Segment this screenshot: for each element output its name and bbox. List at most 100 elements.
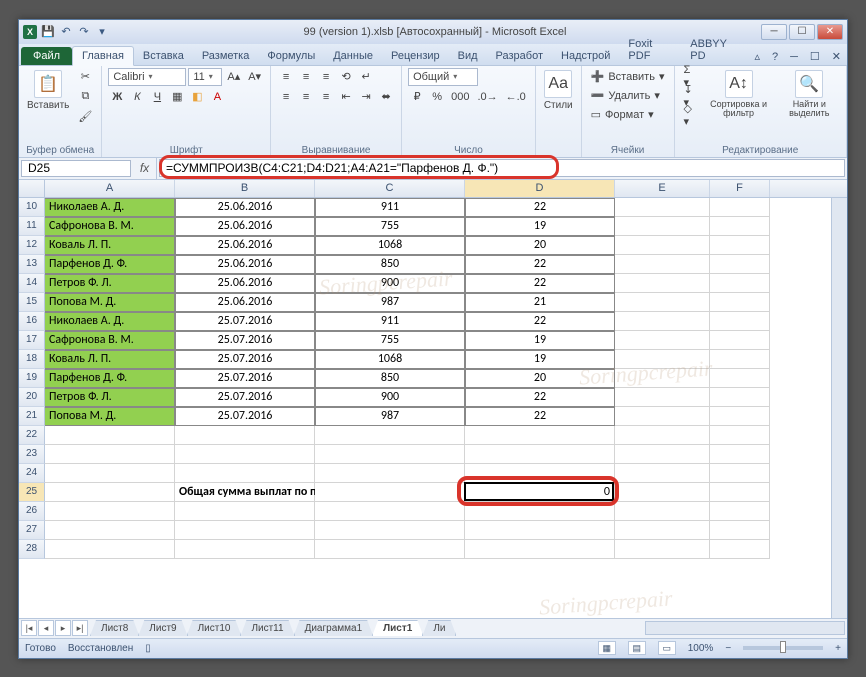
formula-bar[interactable]: =СУММПРОИЗВ(C4:C21;D4:D21;A4:A21="Парфен… xyxy=(159,159,845,177)
inc-decimal-icon[interactable]: .0→ xyxy=(474,88,500,106)
summary-label-overflow[interactable] xyxy=(315,483,465,502)
cell-empty[interactable] xyxy=(615,426,710,445)
sheet-nav-first[interactable]: |◂ xyxy=(21,620,37,636)
cell-value-d[interactable]: 21 xyxy=(465,293,615,312)
row-header[interactable]: 13 xyxy=(19,255,45,274)
clear-icon[interactable]: ◇ ▾ xyxy=(681,106,699,124)
tab-developer[interactable]: Разработ xyxy=(487,47,552,65)
find-select-button[interactable]: 🔍 Найти и выделить xyxy=(779,68,840,122)
column-header-a[interactable]: A xyxy=(45,180,175,197)
tab-layout[interactable]: Разметка xyxy=(193,47,259,65)
cell-value-c[interactable]: 911 xyxy=(315,312,465,331)
cell-value-c[interactable]: 911 xyxy=(315,198,465,217)
summary-value-cell[interactable]: 0 xyxy=(465,483,615,502)
cell-date[interactable]: 25.07.2016 xyxy=(175,388,315,407)
row-header[interactable]: 14 xyxy=(19,274,45,293)
vertical-scrollbar[interactable] xyxy=(831,198,847,618)
cell-empty[interactable] xyxy=(710,236,770,255)
cell-empty[interactable] xyxy=(615,350,710,369)
tab-view[interactable]: Вид xyxy=(449,47,487,65)
row-header[interactable]: 16 xyxy=(19,312,45,331)
cell-value-d[interactable]: 22 xyxy=(465,274,615,293)
cell-value-d[interactable]: 22 xyxy=(465,407,615,426)
cell-empty[interactable] xyxy=(315,521,465,540)
doc-restore-icon[interactable]: ☐ xyxy=(804,48,826,65)
grow-font-icon[interactable]: A▴ xyxy=(224,68,243,86)
cell-empty[interactable] xyxy=(615,312,710,331)
border-icon[interactable]: ▦ xyxy=(168,88,186,106)
font-color-icon[interactable]: A xyxy=(208,88,226,106)
tab-file[interactable]: Файл xyxy=(21,47,72,65)
cell-value-c[interactable]: 987 xyxy=(315,293,465,312)
sheet-tab[interactable]: Лист1 xyxy=(372,620,423,636)
cell-empty[interactable] xyxy=(615,331,710,350)
thousands-icon[interactable]: 000 xyxy=(448,88,472,106)
merge-icon[interactable]: ⬌ xyxy=(377,88,395,106)
sheet-nav-prev[interactable]: ◂ xyxy=(38,620,54,636)
cell-empty[interactable] xyxy=(710,464,770,483)
select-all-corner[interactable] xyxy=(19,180,45,197)
row-header[interactable]: 18 xyxy=(19,350,45,369)
cell-name[interactable]: Николаев А. Д. xyxy=(45,198,175,217)
cell-value-c[interactable]: 1068 xyxy=(315,350,465,369)
tab-formulas[interactable]: Формулы xyxy=(258,47,324,65)
cell-empty[interactable] xyxy=(615,217,710,236)
cell-empty[interactable] xyxy=(615,540,710,559)
sheet-tab[interactable]: Лист8 xyxy=(90,620,139,636)
align-left-icon[interactable]: ≡ xyxy=(277,88,295,106)
zoom-slider[interactable] xyxy=(743,646,823,650)
fill-color-icon[interactable]: ◧ xyxy=(188,88,206,106)
tab-addins[interactable]: Надстрой xyxy=(552,47,619,65)
cell-value-d[interactable]: 19 xyxy=(465,331,615,350)
tab-home[interactable]: Главная xyxy=(72,46,134,66)
cell-empty[interactable] xyxy=(615,521,710,540)
help-icon[interactable]: ? xyxy=(766,49,784,65)
row-header[interactable]: 17 xyxy=(19,331,45,350)
number-format-combo[interactable]: Общий▾ xyxy=(408,68,478,86)
cell-empty[interactable] xyxy=(615,198,710,217)
cell-empty[interactable] xyxy=(175,521,315,540)
cell-name[interactable]: Петров Ф. Л. xyxy=(45,388,175,407)
row-header[interactable]: 24 xyxy=(19,464,45,483)
sheet-tab[interactable]: Диаграмма1 xyxy=(294,620,374,636)
format-cells-button[interactable]: ▭ Формат ▾ xyxy=(588,106,657,124)
orientation-icon[interactable]: ⟲ xyxy=(337,68,355,86)
row-header[interactable]: 11 xyxy=(19,217,45,236)
increase-indent-icon[interactable]: ⇥ xyxy=(357,88,375,106)
cell-empty[interactable] xyxy=(710,407,770,426)
cell-name[interactable]: Коваль Л. П. xyxy=(45,236,175,255)
cell-empty[interactable] xyxy=(710,331,770,350)
cell-empty[interactable] xyxy=(315,426,465,445)
sheet-tab[interactable]: Ли xyxy=(422,620,456,636)
sheet-nav-last[interactable]: ▸| xyxy=(72,620,88,636)
cell-name[interactable]: Попова М. Д. xyxy=(45,293,175,312)
cell-name[interactable]: Петров Ф. Л. xyxy=(45,274,175,293)
cell-value-c[interactable]: 850 xyxy=(315,369,465,388)
column-header-e[interactable]: E xyxy=(615,180,710,197)
cell-empty[interactable] xyxy=(710,274,770,293)
qat-undo-icon[interactable]: ↶ xyxy=(59,25,73,39)
tab-review[interactable]: Рецензир xyxy=(382,47,449,65)
cell-empty[interactable] xyxy=(710,445,770,464)
cell-empty[interactable] xyxy=(710,293,770,312)
cell-date[interactable]: 25.06.2016 xyxy=(175,255,315,274)
cell-empty[interactable] xyxy=(45,483,175,502)
cell-empty[interactable] xyxy=(615,274,710,293)
cell-value-d[interactable]: 22 xyxy=(465,255,615,274)
fx-button[interactable]: fx xyxy=(133,158,157,179)
name-box[interactable]: D25 xyxy=(21,160,131,177)
row-header[interactable]: 10 xyxy=(19,198,45,217)
tab-insert[interactable]: Вставка xyxy=(134,47,193,65)
cell-empty[interactable] xyxy=(615,483,710,502)
summary-label-cell[interactable]: Общая сумма выплат по предприятию xyxy=(175,483,315,502)
font-size-combo[interactable]: 11▾ xyxy=(188,68,222,86)
row-header[interactable]: 22 xyxy=(19,426,45,445)
cell-empty[interactable] xyxy=(710,369,770,388)
align-center-icon[interactable]: ≡ xyxy=(297,88,315,106)
zoom-in-icon[interactable]: + xyxy=(835,643,841,654)
cell-value-c[interactable]: 755 xyxy=(315,331,465,350)
cell-empty[interactable] xyxy=(710,388,770,407)
horizontal-scrollbar[interactable] xyxy=(645,621,845,635)
cell-empty[interactable] xyxy=(315,540,465,559)
cell-date[interactable]: 25.07.2016 xyxy=(175,369,315,388)
